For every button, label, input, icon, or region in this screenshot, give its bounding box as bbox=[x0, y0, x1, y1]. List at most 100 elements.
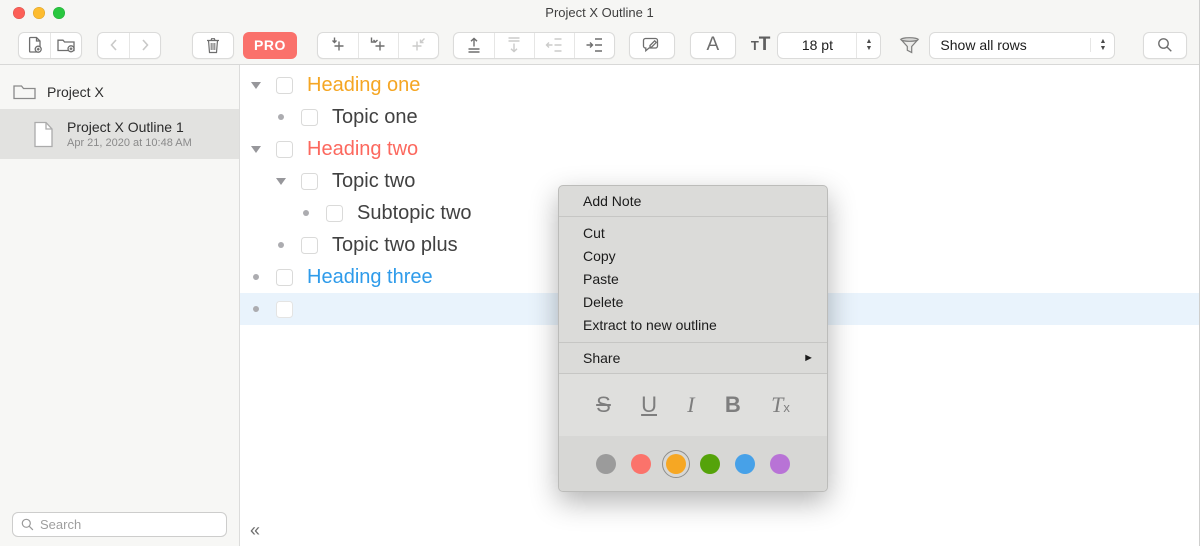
font-size-stepper[interactable]: ▲ ▼ bbox=[856, 32, 880, 58]
new-item-group bbox=[18, 31, 82, 59]
document-icon bbox=[33, 121, 54, 148]
row-bullet-icon[interactable] bbox=[296, 210, 316, 216]
row-text[interactable]: Topic two bbox=[332, 170, 415, 193]
indent-icon bbox=[584, 35, 604, 55]
add-child-row-button[interactable] bbox=[357, 32, 398, 58]
row-bullet-icon[interactable] bbox=[246, 306, 266, 312]
menu-item-copy[interactable]: Copy bbox=[559, 245, 827, 268]
color-swatch-purple[interactable] bbox=[769, 453, 790, 474]
search-input[interactable] bbox=[12, 512, 227, 537]
menu-item-add-note[interactable]: Add Note bbox=[559, 186, 827, 216]
close-button[interactable] bbox=[13, 7, 25, 19]
sidebar: Project X Project X Outline 1 Apr 21, 20… bbox=[0, 65, 240, 546]
add-child-row-icon bbox=[368, 35, 388, 55]
move-row-group bbox=[452, 31, 615, 59]
row-checkbox[interactable] bbox=[276, 268, 293, 286]
row-filter-dropdown[interactable]: Show all rows ▲ ▼ bbox=[929, 31, 1116, 59]
share-label: Share bbox=[583, 350, 621, 366]
row-checkbox[interactable] bbox=[326, 204, 343, 222]
add-row-below-button[interactable] bbox=[318, 33, 358, 58]
chevron-left-icon bbox=[106, 37, 122, 53]
note-button[interactable] bbox=[628, 31, 675, 59]
font-size-value[interactable]: 18 pt bbox=[778, 33, 856, 58]
row-text[interactable]: Heading three bbox=[307, 266, 433, 289]
color-swatch-green[interactable] bbox=[700, 453, 721, 474]
font-size-control: 18 pt ▲ ▼ bbox=[777, 31, 882, 59]
search-button[interactable] bbox=[1143, 31, 1187, 59]
document-date: Apr 21, 2020 at 10:48 AM bbox=[67, 137, 192, 149]
menu-item-delete[interactable]: Delete bbox=[559, 291, 827, 314]
row-filter-stepper: ▲ ▼ bbox=[1090, 38, 1114, 52]
titlebar: Project X Outline 1 bbox=[0, 0, 1199, 26]
toolbar: PRO A T T 18 pt ▲ ▼ Show all rows ▲ ▼ bbox=[0, 26, 1199, 64]
text-size-icon: TT bbox=[750, 34, 771, 55]
row-text[interactable]: Topic one bbox=[332, 106, 418, 129]
add-aunt-row-button[interactable] bbox=[397, 32, 438, 58]
forward-button[interactable] bbox=[129, 32, 160, 58]
document-title: Project X Outline 1 bbox=[67, 119, 184, 135]
stepper-down-icon: ▼ bbox=[1099, 45, 1107, 52]
menu-edit-group: Cut Copy Paste Delete Extract to new out… bbox=[559, 217, 827, 342]
outdent-button[interactable] bbox=[533, 32, 574, 58]
outline-row[interactable]: Heading two bbox=[240, 133, 1199, 165]
underline-button[interactable]: U bbox=[641, 392, 657, 418]
stepper-up-icon: ▲ bbox=[1099, 38, 1107, 45]
note-icon bbox=[641, 35, 662, 55]
color-swatch-red[interactable] bbox=[630, 453, 651, 474]
row-bullet-icon[interactable] bbox=[271, 114, 291, 120]
font-style-button[interactable]: A bbox=[689, 31, 736, 59]
sidebar-folder-label: Project X bbox=[47, 84, 104, 100]
move-up-button[interactable] bbox=[454, 33, 494, 58]
row-bullet-icon[interactable] bbox=[271, 242, 291, 248]
format-buttons-row: S U I B Tx bbox=[559, 374, 827, 436]
menu-item-extract[interactable]: Extract to new outline bbox=[559, 314, 827, 337]
row-checkbox[interactable] bbox=[276, 140, 293, 158]
outline-row[interactable]: Topic one bbox=[240, 101, 1199, 133]
row-checkbox[interactable] bbox=[301, 236, 318, 254]
font-style-icon: A bbox=[706, 34, 720, 55]
disclosure-triangle-icon[interactable] bbox=[246, 81, 266, 89]
zoom-button[interactable] bbox=[53, 7, 65, 19]
italic-button[interactable]: I bbox=[687, 392, 694, 418]
color-swatch-blue[interactable] bbox=[734, 453, 755, 474]
disclosure-triangle-icon[interactable] bbox=[246, 145, 266, 153]
color-swatch-gray[interactable] bbox=[596, 453, 617, 474]
row-text[interactable]: Heading one bbox=[307, 74, 420, 97]
new-document-button[interactable] bbox=[19, 33, 50, 58]
row-filter-value: Show all rows bbox=[940, 37, 1027, 53]
row-text[interactable]: Subtopic two bbox=[357, 202, 472, 225]
row-text[interactable]: Topic two plus bbox=[332, 234, 458, 257]
sidebar-document-row[interactable]: Project X Outline 1 Apr 21, 2020 at 10:4… bbox=[0, 109, 239, 159]
app-window: Project X Outline 1 PRO A T T 18 pt ▲ ▼ … bbox=[0, 0, 1200, 546]
strikethrough-button[interactable]: S bbox=[596, 392, 611, 418]
row-checkbox[interactable] bbox=[276, 300, 293, 318]
back-button[interactable] bbox=[98, 33, 129, 58]
stepper-down-icon: ▼ bbox=[865, 45, 873, 52]
new-folder-button[interactable] bbox=[50, 32, 81, 58]
traffic-lights bbox=[13, 7, 65, 19]
pro-badge-button[interactable]: PRO bbox=[243, 31, 297, 59]
add-row-below-icon bbox=[328, 35, 348, 55]
move-down-icon bbox=[504, 35, 524, 55]
row-checkbox[interactable] bbox=[301, 108, 318, 126]
sidebar-folder-row[interactable]: Project X bbox=[0, 75, 239, 109]
clear-formatting-button[interactable]: Tx bbox=[771, 392, 790, 418]
row-checkbox[interactable] bbox=[301, 172, 318, 190]
row-bullet-icon[interactable] bbox=[246, 274, 266, 280]
collapse-sidebar-button[interactable]: « bbox=[250, 520, 260, 540]
bold-button[interactable]: B bbox=[725, 392, 741, 418]
row-checkbox[interactable] bbox=[276, 76, 293, 94]
color-swatch-orange[interactable] bbox=[661, 449, 690, 478]
menu-item-cut[interactable]: Cut bbox=[559, 222, 827, 245]
move-down-button[interactable] bbox=[493, 32, 534, 58]
insert-row-group bbox=[316, 31, 439, 59]
indent-button[interactable] bbox=[573, 32, 614, 58]
history-group bbox=[97, 31, 161, 59]
minimize-button[interactable] bbox=[33, 7, 45, 19]
outline-row[interactable]: Heading one bbox=[240, 69, 1199, 101]
menu-item-paste[interactable]: Paste bbox=[559, 268, 827, 291]
delete-button[interactable] bbox=[192, 31, 234, 59]
row-text[interactable]: Heading two bbox=[307, 138, 418, 161]
menu-item-share[interactable]: Share ► bbox=[559, 343, 827, 373]
disclosure-triangle-icon[interactable] bbox=[271, 177, 291, 185]
